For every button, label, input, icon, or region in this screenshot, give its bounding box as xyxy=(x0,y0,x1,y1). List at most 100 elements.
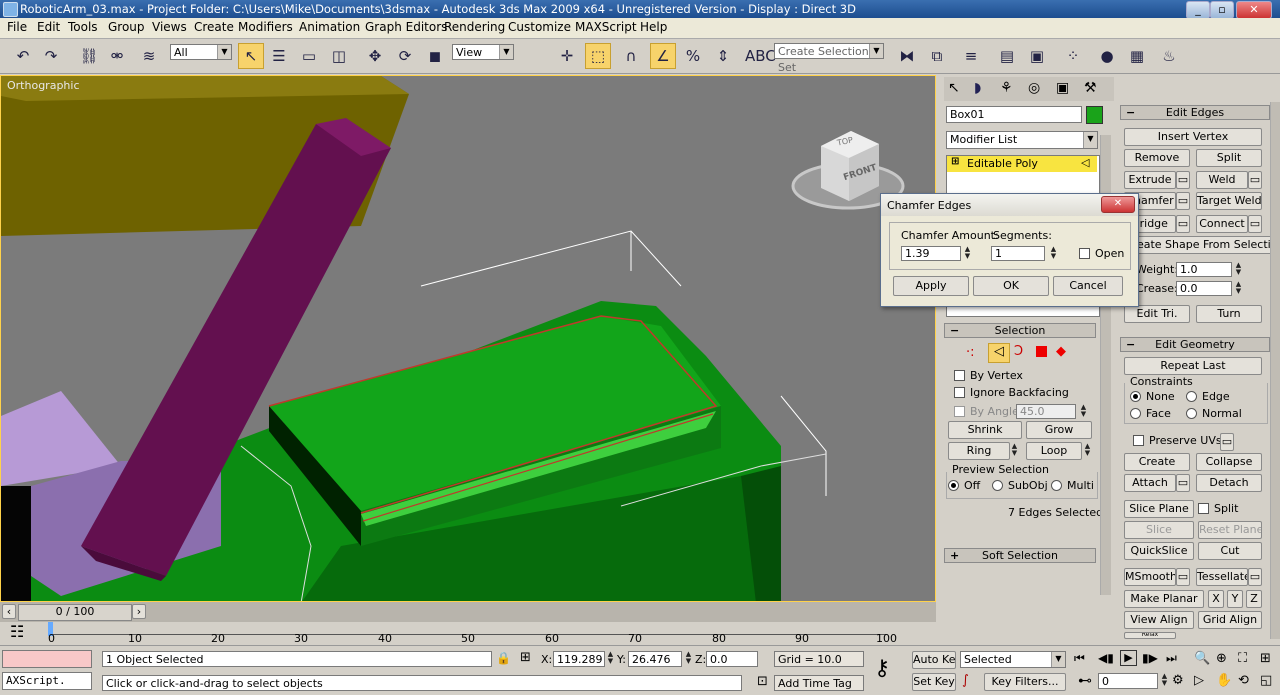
vertex-icon[interactable]: ·: xyxy=(966,345,975,360)
border-icon[interactable]: Ↄ xyxy=(1014,344,1023,359)
schematic-view-icon[interactable]: ⁘ xyxy=(1060,43,1086,69)
polygon-icon[interactable] xyxy=(1036,346,1047,357)
segments-spinner-icon[interactable]: ▲ ▼ xyxy=(1049,246,1058,261)
cancel-button[interactable]: Cancel xyxy=(1053,276,1123,296)
render-icon[interactable]: ♨ xyxy=(1156,43,1182,69)
curve-editor-icon[interactable]: ▣ xyxy=(1024,43,1050,69)
menu-help[interactable]: Help xyxy=(640,20,667,34)
move-icon[interactable]: ✥ xyxy=(362,43,388,69)
go-to-end-icon[interactable]: ⏭ xyxy=(1166,651,1177,666)
set-key-icon[interactable]: ⚷ xyxy=(874,656,890,681)
x-spinner-icon[interactable]: ▲ ▼ xyxy=(606,651,615,666)
create-button[interactable]: Create xyxy=(1124,453,1190,471)
constraint-face-radio[interactable] xyxy=(1130,408,1141,419)
snaps-toggle-icon[interactable]: ∩ xyxy=(618,43,644,69)
align-icon[interactable]: ⧉ xyxy=(924,43,950,69)
detach-button[interactable]: Detach xyxy=(1196,474,1262,492)
frame-spinner-icon[interactable]: ▲ ▼ xyxy=(1160,673,1169,688)
preview-off-radio[interactable] xyxy=(948,480,959,491)
rectangular-selection-icon[interactable]: ▭ xyxy=(296,43,322,69)
zoom-extents-all-icon[interactable]: ⊞ xyxy=(1260,651,1271,666)
chamfer-settings-icon[interactable]: ▭ xyxy=(1176,192,1190,210)
reset-plane-button[interactable]: Reset Plane xyxy=(1198,521,1262,539)
dialog-close-button[interactable]: ✕ xyxy=(1101,196,1135,213)
link-icon[interactable]: ⛓ xyxy=(76,43,102,69)
crease-spinner-icon[interactable]: ▲ ▼ xyxy=(1234,281,1243,296)
unlink-icon[interactable]: ⚮ xyxy=(104,43,130,69)
previous-frame-icon[interactable]: ◀▮ xyxy=(1098,651,1114,665)
edit-named-selection-icon[interactable]: ABC xyxy=(744,43,776,69)
view-align-button[interactable]: View Align xyxy=(1124,611,1194,629)
menu-rendering[interactable]: Rendering xyxy=(444,20,505,34)
make-planar-x-button[interactable]: X xyxy=(1208,590,1224,608)
preserve-uvs-settings-icon[interactable]: ▭ xyxy=(1220,433,1234,451)
bridge-settings-icon[interactable]: ▭ xyxy=(1176,215,1190,233)
object-name-field[interactable]: Box01 xyxy=(946,106,1082,123)
chamfer-amount-spinner-icon[interactable]: ▲ ▼ xyxy=(963,246,972,261)
selection-rollout-header[interactable]: − Selection xyxy=(944,323,1096,338)
select-manipulate-icon[interactable]: ⬚ xyxy=(585,43,611,69)
field-of-view-icon[interactable]: ▷ xyxy=(1194,673,1204,688)
key-mode-toggle-icon[interactable]: ⊷ xyxy=(1078,673,1092,689)
preserve-uvs-checkbox[interactable] xyxy=(1133,435,1144,446)
zoom-extents-icon[interactable]: ⛶ xyxy=(1238,651,1247,666)
scale-icon[interactable]: ◼ xyxy=(422,43,448,69)
insert-vertex-button[interactable]: Insert Vertex xyxy=(1124,128,1262,146)
menu-group[interactable]: Group xyxy=(108,20,145,34)
ring-spinner-icon[interactable]: ▲ ▼ xyxy=(1010,443,1019,458)
menu-graph-editors[interactable]: Graph Editors xyxy=(365,20,447,34)
zoom-all-icon[interactable]: ⊕ xyxy=(1216,651,1227,666)
collapse-button[interactable]: Collapse xyxy=(1196,453,1262,471)
make-planar-button[interactable]: Make Planar xyxy=(1124,590,1204,608)
spinner-snap-icon[interactable]: ⇕ xyxy=(710,43,736,69)
expand-icon[interactable]: ⊞ xyxy=(951,156,959,167)
chamfer-amount-field[interactable]: 1.39 xyxy=(901,246,961,261)
weld-button[interactable]: Weld xyxy=(1196,171,1248,189)
menu-edit[interactable]: Edit xyxy=(37,20,60,34)
select-by-name-icon[interactable]: ☰ xyxy=(266,43,292,69)
by-angle-field[interactable]: 45.0 xyxy=(1016,404,1076,419)
edit-tri-button[interactable]: Edit Tri. xyxy=(1124,305,1190,323)
time-slider-thumb[interactable]: 0 / 100 xyxy=(18,604,132,621)
edge-icon[interactable]: ◁ xyxy=(988,343,1010,363)
msmooth-button[interactable]: MSmooth xyxy=(1124,568,1176,586)
by-vertex-checkbox[interactable] xyxy=(954,370,965,381)
attach-button[interactable]: Attach xyxy=(1124,474,1176,492)
tessellate-settings-icon[interactable]: ▭ xyxy=(1248,568,1262,586)
shrink-button[interactable]: Shrink xyxy=(948,421,1022,439)
by-angle-checkbox[interactable] xyxy=(954,406,965,417)
key-mode-dropdown[interactable]: Selected ▼ xyxy=(960,651,1066,668)
weld-settings-icon[interactable]: ▭ xyxy=(1248,171,1262,189)
utilities-tab-icon[interactable]: ⚒ xyxy=(1084,80,1097,96)
split-button[interactable]: Split xyxy=(1196,149,1262,167)
maximize-button[interactable]: ▫ xyxy=(1210,1,1234,19)
slice-button[interactable]: Slice xyxy=(1124,521,1194,539)
menu-create[interactable]: Create xyxy=(194,20,234,34)
weight-spinner-icon[interactable]: ▲ ▼ xyxy=(1234,262,1243,277)
attach-list-icon[interactable]: ▭ xyxy=(1176,474,1190,492)
msmooth-settings-icon[interactable]: ▭ xyxy=(1176,568,1190,586)
apply-button[interactable]: Apply xyxy=(893,276,969,296)
preview-subobj-radio[interactable] xyxy=(992,480,1003,491)
graphite-ribbon-icon[interactable]: ▤ xyxy=(994,43,1020,69)
slice-plane-button[interactable]: Slice Plane xyxy=(1124,500,1194,518)
lock-icon[interactable]: 🔒 xyxy=(496,651,511,665)
close-button[interactable]: ✕ xyxy=(1236,1,1272,19)
window-crossing-icon[interactable]: ◫ xyxy=(326,43,352,69)
loop-spinner-icon[interactable]: ▲ ▼ xyxy=(1083,443,1092,458)
add-time-tag[interactable]: Add Time Tag xyxy=(774,675,864,691)
object-color-swatch[interactable] xyxy=(1086,106,1103,124)
zoom-icon[interactable]: 🔍 xyxy=(1194,651,1210,666)
edit-edges-rollout-header[interactable]: − Edit Edges xyxy=(1120,105,1270,120)
pan-icon[interactable]: ✋ xyxy=(1216,673,1232,688)
viewport-orthographic[interactable]: Orthographic TOP FRONT xyxy=(0,75,936,602)
time-next-icon[interactable]: › xyxy=(132,604,146,619)
reference-coordinate-dropdown[interactable]: View ▼ xyxy=(452,44,514,60)
ignore-backfacing-checkbox[interactable] xyxy=(954,387,965,398)
constraint-none-radio[interactable] xyxy=(1130,391,1141,402)
rollouts-scrollbar[interactable] xyxy=(1270,102,1280,639)
extrude-button[interactable]: Extrude xyxy=(1124,171,1176,189)
extrude-settings-icon[interactable]: ▭ xyxy=(1176,171,1190,189)
create-shape-button[interactable]: Create Shape From Selection xyxy=(1124,236,1274,254)
connect-button[interactable]: Connect xyxy=(1196,215,1248,233)
